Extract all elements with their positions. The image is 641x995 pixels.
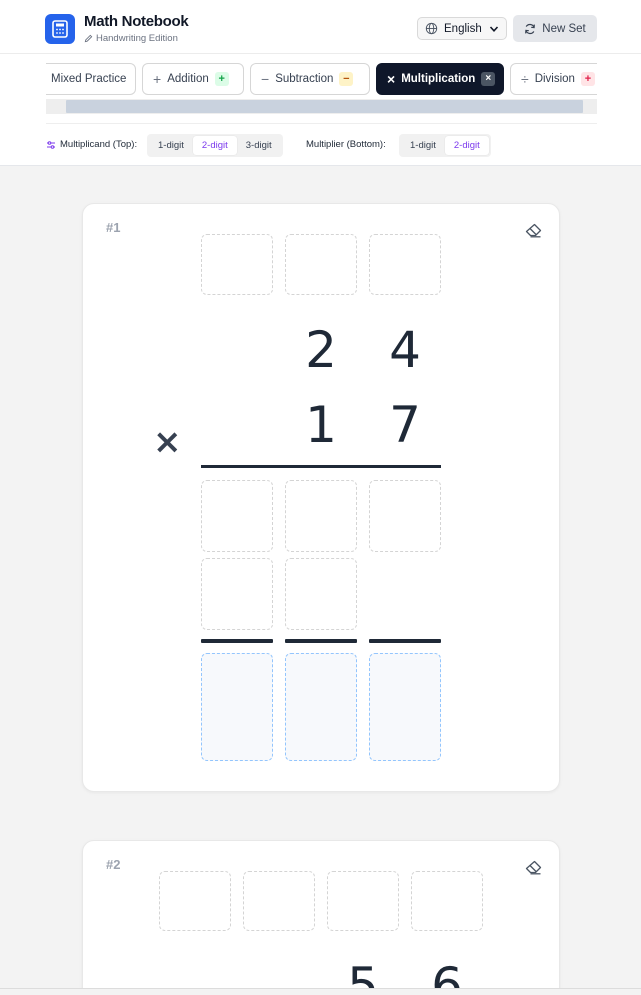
multiplicand-label: Multiplicand (Top): [46,139,137,150]
multiply-sign: × [153,422,182,462]
operand-rule [201,465,441,468]
carry-box[interactable] [327,871,399,931]
new-set-button[interactable]: New Set [513,15,597,42]
problem-card: #2 5 6 [82,840,560,995]
partial-product-box[interactable] [369,480,441,552]
tab-label: Mixed Practice [51,73,127,85]
sum-rule [201,639,273,643]
app-subtitle: Handwriting Edition [84,33,178,44]
times-icon: × [387,71,396,87]
partial-product-box[interactable] [201,480,273,552]
app-title: Math Notebook [84,13,189,30]
partial-product-box[interactable] [285,480,357,552]
carry-box[interactable] [243,871,315,931]
globe-icon [425,22,438,35]
multiplicand-digit: 4 [389,321,421,379]
multiplicand-digit: 2 [305,321,337,379]
carry-box[interactable] [201,234,273,295]
sum-rule [285,639,357,643]
multiplier-digit: 1 [305,396,337,454]
language-value: English [444,22,482,35]
multiplicand-segmented: 1-digit 2-digit 3-digit [147,134,283,157]
sum-rule [369,639,441,643]
operation-tabs: Mixed Practice + Addition + − Subtractio… [46,63,597,97]
eraser-icon[interactable] [525,223,542,238]
minus-icon: − [261,71,270,87]
app-subtitle-text: Handwriting Edition [96,33,178,44]
multiplier-digit: 7 [389,396,421,454]
multiplier-option-1-digit[interactable]: 1-digit [401,136,445,155]
multiplier-label-text: Multiplier (Bottom): [306,139,386,150]
multiplicand-option-1-digit[interactable]: 1-digit [149,136,193,155]
divider [46,123,597,124]
carry-box[interactable] [159,871,231,931]
pencil-icon [84,34,93,43]
tab-division[interactable]: ÷ Division + [510,63,597,95]
tab-mixed-practice[interactable]: Mixed Practice [46,63,136,95]
multiplicand-option-2-digit[interactable]: 2-digit [192,136,237,155]
carry-box[interactable] [369,234,441,295]
multiplicand-option-3-digit[interactable]: 3-digit [237,136,281,155]
answer-box[interactable] [201,653,273,761]
tab-label: Multiplication [401,73,476,85]
tab-badge: × [481,72,496,86]
partial-product-box[interactable] [285,558,357,630]
tab-subtraction[interactable]: − Subtraction − [250,63,370,95]
eraser-icon[interactable] [525,860,542,875]
partial-product-box[interactable] [201,558,273,630]
tab-label: Subtraction [275,73,334,85]
tab-badge: + [580,72,595,86]
tab-multiplication[interactable]: × Multiplication × [376,63,504,95]
answer-box[interactable] [285,653,357,761]
carry-box[interactable] [285,234,357,295]
problem-number: #2 [106,857,121,872]
refresh-icon [525,23,536,34]
multiplier-option-2-digit[interactable]: 2-digit [444,136,489,155]
problem-number: #1 [106,220,121,235]
language-select[interactable]: English [417,17,507,40]
top-bar: Math Notebook Handwriting Edition Englis… [0,0,641,54]
tab-addition[interactable]: + Addition + [142,63,244,95]
answer-box[interactable] [369,653,441,761]
new-set-label: New Set [542,22,586,35]
multiplier-label: Multiplier (Bottom): [306,139,386,150]
multiplicand-label-text: Multiplicand (Top): [60,139,138,150]
problem-card: #1 2 4 × 1 7 [82,203,560,792]
window-bottom-edge [0,988,641,995]
tab-badge: + [214,72,229,86]
tab-label: Addition [167,73,209,85]
sliders-icon [47,140,55,149]
tabs-scrollbar-thumb[interactable] [66,100,583,113]
tab-label: Division [534,73,575,85]
calculator-icon [45,14,75,44]
tab-badge: − [339,72,354,86]
plus-icon: + [153,71,162,87]
multiplier-segmented: 1-digit 2-digit [399,134,491,157]
app-header: Math Notebook Handwriting Edition Englis… [0,0,641,166]
chevron-down-icon [489,26,499,32]
divide-icon: ÷ [521,71,529,87]
carry-box[interactable] [411,871,483,931]
